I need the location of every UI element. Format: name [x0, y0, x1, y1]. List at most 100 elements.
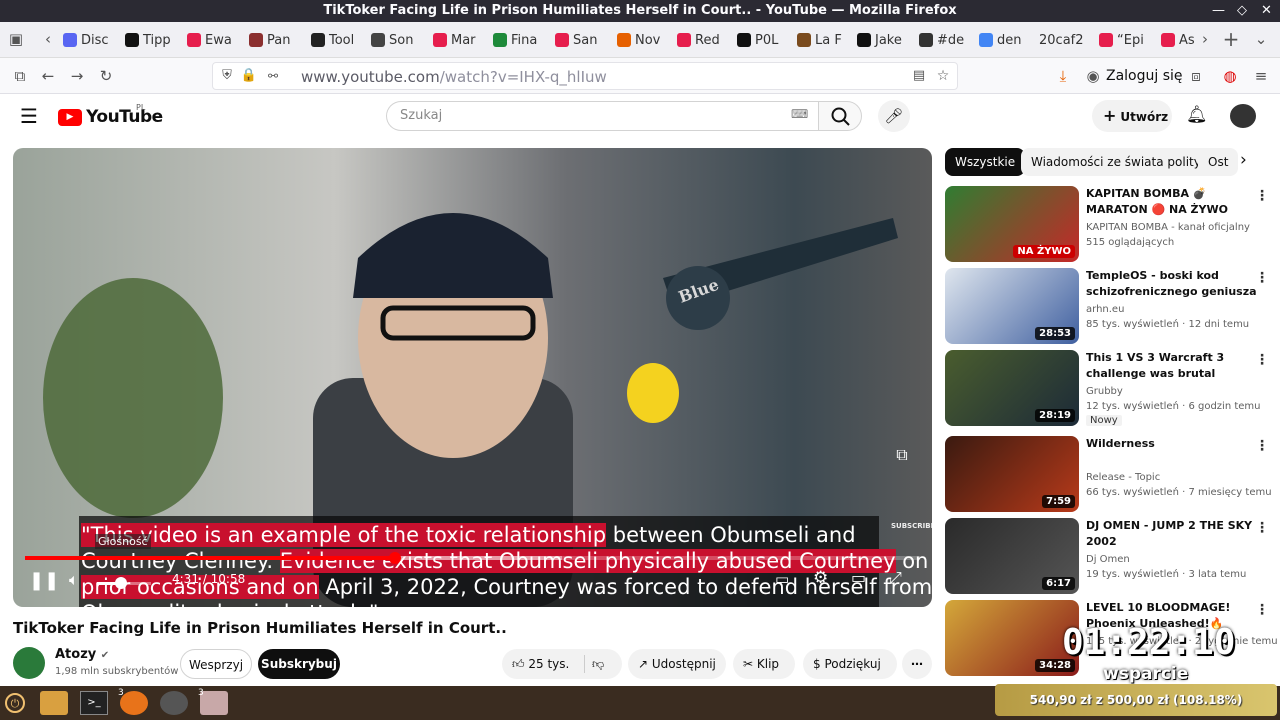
steam-icon[interactable]	[160, 691, 188, 715]
minimize-icon[interactable]: —	[1212, 0, 1225, 22]
lock-icon[interactable]: 🔒	[239, 66, 259, 86]
close-icon[interactable]: ✕	[1261, 0, 1272, 22]
terminal-icon[interactable]: >_	[80, 691, 108, 715]
tab-2[interactable]: Ewa	[187, 28, 239, 52]
start-menu-icon[interactable]: ⏻	[5, 693, 25, 713]
recommended-title[interactable]: TempleOS - boski kod schizofrenicznego g…	[1086, 268, 1258, 300]
tab-3[interactable]: Pan	[249, 28, 301, 52]
recommended-video[interactable]: 6:17 DJ OMEN - JUMP 2 THE SKY 2002 Dj Omen…	[945, 518, 1269, 596]
tab-11[interactable]: P0L	[737, 28, 789, 52]
avatar[interactable]	[1230, 104, 1256, 128]
recommended-title[interactable]: Wilderness	[1086, 436, 1258, 452]
like-button[interactable]: 👍︎ 25 tys. 👎︎	[502, 649, 622, 679]
tabs-scroll-right-icon[interactable]: ›	[1195, 29, 1215, 49]
tab-18[interactable]: As	[1161, 28, 1197, 52]
settings-gear-icon[interactable]: ⚙	[813, 568, 828, 588]
tabs-scroll-left-icon[interactable]: ‹	[38, 29, 58, 49]
chip-all[interactable]: Wszystkie	[945, 148, 1026, 176]
more-options-icon[interactable]: ⋮	[1255, 602, 1269, 618]
tab-9[interactable]: Nov	[617, 28, 669, 52]
recommended-channel[interactable]: Dj Omen	[1086, 554, 1130, 565]
recommended-title[interactable]: KAPITAN BOMBA 💣 MARATON 🔴 NA ŻYWO	[1086, 186, 1258, 218]
youtube-logo[interactable]: ▶ YouTube PL	[58, 103, 163, 127]
permissions-icon[interactable]: ⚯	[263, 66, 283, 86]
sidebar-icon[interactable]: ⧉	[10, 66, 30, 86]
tab-overview-icon[interactable]: ▣	[6, 29, 26, 49]
guide-menu-icon[interactable]: ☰	[20, 104, 38, 128]
channel-name[interactable]: Atozy ✔	[55, 647, 109, 662]
more-options-icon[interactable]: ⋮	[1255, 438, 1269, 454]
pause-icon[interactable]: ❚❚	[29, 568, 59, 594]
tab-17[interactable]: “Epi	[1099, 28, 1151, 52]
more-options-icon[interactable]: ⋮	[1255, 188, 1269, 204]
more-options-icon[interactable]: ⋮	[1255, 520, 1269, 536]
recommended-channel[interactable]: Grubby	[1086, 386, 1123, 397]
recommended-title[interactable]: This 1 VS 3 Warcraft 3 challenge was bru…	[1086, 350, 1258, 382]
tab-7[interactable]: Fina	[493, 28, 545, 52]
chip-politics[interactable]: Wiadomości ze świata polityki	[1021, 148, 1222, 176]
search-input[interactable]: Szukaj ⌨	[386, 101, 818, 131]
notifications-bell-icon[interactable]: 🔔︎	[1186, 105, 1208, 125]
video-thumbnail[interactable]: 28:53	[945, 268, 1079, 344]
volume-slider[interactable]	[97, 577, 151, 589]
channel-avatar[interactable]	[13, 647, 45, 679]
miniplayer-icon[interactable]: ⧉	[889, 442, 915, 468]
files-icon[interactable]	[40, 691, 68, 715]
tab-12[interactable]: La F	[797, 28, 849, 52]
support-button[interactable]: Wesprzyj	[180, 649, 252, 679]
downloads-icon[interactable]: ⤓	[1053, 66, 1073, 86]
recommended-title[interactable]: DJ OMEN - JUMP 2 THE SKY 2002	[1086, 518, 1258, 550]
voice-search-button[interactable]: 🎤︎	[878, 100, 910, 132]
tab-15[interactable]: den	[979, 28, 1031, 52]
recommended-channel[interactable]: KAPITAN BOMBA - kanał oficjalny	[1086, 222, 1250, 233]
more-options-icon[interactable]: ⋮	[1255, 352, 1269, 368]
login-label[interactable]: Zaloguj się	[1106, 68, 1183, 84]
thumbs-down-icon[interactable]: 👎︎	[592, 649, 604, 679]
bookmark-star-icon[interactable]: ☆	[933, 66, 953, 86]
chevron-right-icon[interactable]: ›	[1240, 150, 1247, 170]
scrubber-handle[interactable]	[388, 552, 401, 564]
more-actions-icon[interactable]: ⋯	[902, 649, 932, 679]
extensions-icon[interactable]: ⧈	[1186, 66, 1206, 86]
chip-more[interactable]: Ost	[1198, 148, 1238, 176]
recommended-channel[interactable]: Release - Topic	[1086, 472, 1160, 483]
reader-view-icon[interactable]: ▤	[909, 66, 929, 86]
clip-button[interactable]: ✂ Klip	[733, 649, 795, 679]
reload-icon[interactable]: ↻	[96, 66, 116, 86]
forward-icon[interactable]: →	[67, 66, 87, 86]
keyboard-icon[interactable]: ⌨	[791, 107, 808, 121]
address-bar[interactable]: ⛨ 🔒 ⚯ www.youtube.com/watch?v=IHX-q_hlIu…	[212, 62, 958, 90]
tab-0[interactable]: Disc	[63, 28, 115, 52]
maximize-icon[interactable]: ◇	[1237, 0, 1247, 22]
progress-bar[interactable]	[25, 552, 920, 564]
video-thumbnail[interactable]: 28:19	[945, 350, 1079, 426]
tab-4[interactable]: Tool	[311, 28, 363, 52]
shield-icon[interactable]: ⛨	[217, 66, 237, 86]
tab-8[interactable]: San	[555, 28, 607, 52]
subtitles-icon[interactable]: ▭	[775, 570, 789, 588]
video-thumbnail[interactable]: NA ŻYWO	[945, 186, 1079, 262]
addon-icon[interactable]: ◍	[1220, 66, 1240, 86]
subscribe-button[interactable]: Subskrybuj	[258, 649, 340, 679]
tab-10[interactable]: Red	[677, 28, 729, 52]
back-icon[interactable]: ←	[38, 66, 58, 86]
account-icon[interactable]: ◉	[1083, 66, 1103, 86]
tab-1[interactable]: Tipp	[125, 28, 177, 52]
theater-mode-icon[interactable]: ▭	[851, 568, 866, 587]
recommended-channel[interactable]: arhn.eu	[1086, 304, 1124, 315]
recommended-video[interactable]: 28:19 This 1 VS 3 Warcraft 3 challenge wa…	[945, 350, 1269, 428]
new-tab-icon[interactable]: +	[1221, 29, 1241, 49]
create-button[interactable]: + Utwórz	[1092, 100, 1172, 132]
app-icon[interactable]	[200, 691, 228, 715]
url-text[interactable]: www.youtube.com/watch?v=IHX-q_hlIuw	[301, 68, 607, 86]
tab-16[interactable]: 20caf2	[1039, 28, 1099, 52]
video-player[interactable]: Blue ⧉ SUBSCRIBE "This video is an examp…	[13, 148, 932, 607]
more-options-icon[interactable]: ⋮	[1255, 270, 1269, 286]
recommended-video[interactable]: 7:59 Wilderness Release - Topic 66 tys. wyś…	[945, 436, 1272, 514]
recommended-video[interactable]: NA ŻYWO KAPITAN BOMBA 💣 MARATON 🔴 NA ŻYWO…	[945, 186, 1269, 264]
list-all-tabs-icon[interactable]: ⌄	[1251, 29, 1271, 49]
tab-6[interactable]: Mar	[433, 28, 485, 52]
search-button[interactable]	[818, 101, 862, 131]
fullscreen-icon[interactable]: ⤢	[889, 568, 902, 588]
video-thumbnail[interactable]: 34:28	[945, 600, 1079, 676]
